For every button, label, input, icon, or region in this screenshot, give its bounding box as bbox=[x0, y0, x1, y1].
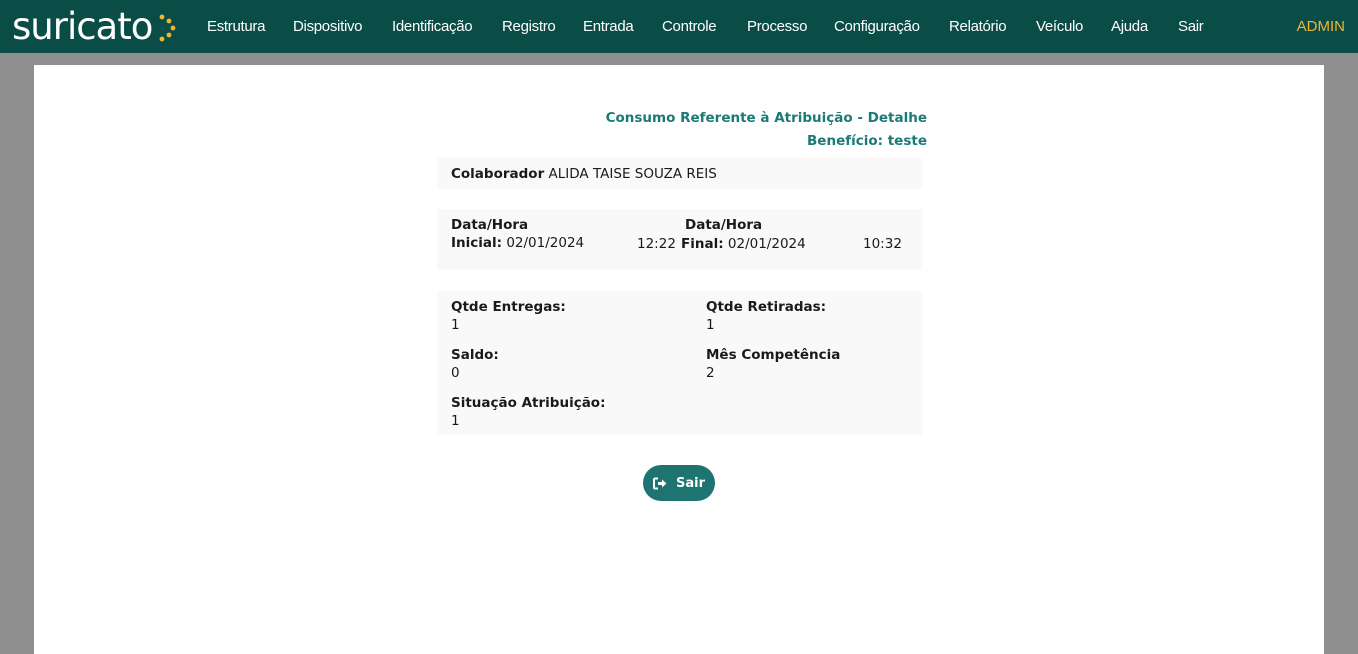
collaborator-label: Colaborador bbox=[451, 166, 545, 182]
exit-button-label: Sair bbox=[675, 475, 705, 491]
status-label: Situação Atribuição: bbox=[451, 395, 606, 411]
details-panel: Qtde Entregas: 1 Qtde Retiradas: 1 Saldo… bbox=[437, 291, 922, 435]
status-value: 1 bbox=[451, 413, 460, 429]
start-label-line2: Inicial: bbox=[451, 235, 503, 251]
end-time: 10:32 bbox=[863, 236, 902, 252]
end-label-line1: Data/Hora bbox=[685, 217, 763, 233]
exit-button[interactable]: Sair bbox=[643, 465, 715, 501]
nav-estrutura[interactable]: Estrutura bbox=[207, 18, 265, 35]
deliveries-value: 1 bbox=[451, 317, 460, 333]
nav-veiculo[interactable]: Veículo bbox=[1036, 18, 1083, 35]
nav-ajuda[interactable]: Ajuda bbox=[1111, 18, 1148, 35]
end-row: Final: 02/01/2024 bbox=[681, 236, 806, 252]
main-content: Consumo Referente à Atribuição - Detalhe… bbox=[34, 65, 1324, 654]
collaborator-value: ALIDA TAISE SOUZA REIS bbox=[548, 166, 717, 182]
withdrawals-label: Qtde Retiradas: bbox=[706, 299, 827, 315]
nav-processo[interactable]: Processo bbox=[747, 18, 807, 35]
user-menu[interactable]: ADMIN bbox=[1297, 18, 1345, 35]
end-date: 02/01/2024 bbox=[727, 236, 806, 252]
top-navbar: suricato Estrutura Dispositivo Identific… bbox=[0, 0, 1358, 53]
balance-label: Saldo: bbox=[451, 347, 499, 363]
nav-entrada[interactable]: Entrada bbox=[583, 18, 634, 35]
balance-value: 0 bbox=[451, 365, 460, 381]
nav-relatorio[interactable]: Relatório bbox=[949, 18, 1007, 35]
nav-configuracao[interactable]: Configuração bbox=[834, 18, 920, 35]
end-label-line2: Final: bbox=[681, 236, 724, 252]
collaborator-row: Colaborador ALIDA TAISE SOUZA REIS bbox=[451, 166, 717, 182]
nav-controle[interactable]: Controle bbox=[662, 18, 717, 35]
nav-registro[interactable]: Registro bbox=[502, 18, 556, 35]
nav-sair[interactable]: Sair bbox=[1178, 18, 1204, 35]
suricato-logo[interactable]: suricato bbox=[12, 3, 178, 49]
nav-identificacao[interactable]: Identificação bbox=[392, 18, 473, 35]
page-header: Consumo Referente à Atribuição - Detalhe… bbox=[606, 107, 927, 153]
logo-dots-icon bbox=[159, 14, 176, 42]
period-panel: Data/Hora Inicial: 02/01/2024 12:22 Data… bbox=[437, 209, 922, 270]
nav-dispositivo[interactable]: Dispositivo bbox=[293, 18, 363, 35]
sign-out-icon bbox=[652, 477, 667, 489]
start-label-line1: Data/Hora bbox=[451, 217, 529, 233]
deliveries-label: Qtde Entregas: bbox=[451, 299, 566, 315]
collaborator-panel: Colaborador ALIDA TAISE SOUZA REIS bbox=[437, 158, 922, 189]
page-subtitle: Benefício: teste bbox=[807, 133, 927, 149]
start-time: 12:22 bbox=[637, 236, 676, 252]
month-label: Mês Competência bbox=[706, 347, 841, 363]
withdrawals-value: 1 bbox=[706, 317, 715, 333]
page-title: Consumo Referente à Atribuição - Detalhe bbox=[605, 110, 927, 126]
month-value: 2 bbox=[706, 365, 715, 381]
start-date: 02/01/2024 bbox=[506, 235, 585, 251]
start-row: Inicial: 02/01/2024 bbox=[451, 235, 584, 251]
logo-text: suricato bbox=[12, 4, 153, 48]
